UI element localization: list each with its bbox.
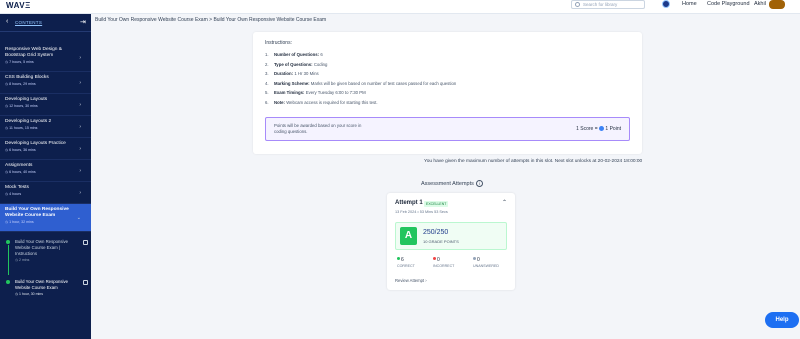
sidebar-item-label: Responsive Web Design & Bootstrap Grid S… (5, 47, 62, 58)
status-badge: EXCELLENT (424, 201, 449, 207)
points-rule: 1 Score = 1 Point (576, 126, 621, 132)
points-info-box: Points will be awarded based on your sco… (265, 117, 630, 141)
sidebar-item-course-exam[interactable]: Build Your Own Responsive Website Course… (0, 204, 91, 232)
collapse-icon[interactable]: ⇥ (80, 18, 86, 26)
search-input[interactable]: Search for library (571, 0, 645, 9)
document-icon (83, 240, 88, 245)
chevron-right-icon: › (79, 123, 81, 130)
help-button[interactable]: Help (765, 312, 799, 328)
sidebar-item-meta: ◷ 8 hours, 29 mins (5, 82, 36, 86)
sub-item-label: Build Your Own Responsive Website Course… (15, 279, 69, 290)
sidebar-item-meta: ◷ 7 hours, 5 mins (5, 60, 34, 64)
nav-code-playground[interactable]: Code Playground (707, 1, 750, 7)
instruction-row: 6. Note: Webcam access is required for st… (265, 99, 378, 105)
search-icon (575, 2, 580, 7)
chevron-right-icon: › (79, 101, 81, 108)
assessment-attempts-title: Assessment Attempts (421, 181, 474, 187)
sidebar-item-meta: ◷ 11 hours, 15 mins (5, 126, 38, 130)
sidebar-item-mock-tests[interactable]: Mock Tests ◷ 4 hours › (0, 182, 91, 204)
grade-letter: A (400, 227, 417, 245)
attempts-note: You have given the maximum number of att… (424, 159, 643, 164)
notification-icon[interactable] (662, 0, 670, 8)
sidebar-item-label: Build Your Own Responsive Website Course… (5, 207, 69, 218)
grade-box: A 250/250 10 GRADE POINTS (395, 222, 507, 250)
score: 250/250 (423, 229, 449, 236)
sidebar-item-developing-layouts-2[interactable]: Developing Layouts 2 ◷ 11 hours, 15 mins… (0, 116, 91, 138)
instruction-row: 2. Type of Questions: Coding (265, 61, 328, 67)
sidebar-item-meta: ◷ 12 hours, 30 mins (5, 104, 38, 108)
instruction-row: 5. Exam Timings: Every Tuesday 6:00 to 7:… (265, 90, 366, 95)
top-bar: WAVΞ Search for library Home Code Playgr… (0, 0, 800, 14)
chevron-right-icon: › (79, 167, 81, 174)
stat-incorrect: 0 INCORRECT (433, 257, 455, 268)
instructions-title: Instructions: (265, 40, 292, 46)
instruction-row: 4. Marking Scheme: Marks will be given ba… (265, 80, 457, 86)
attempt-subtitle: 13 Feb 2024 • 53 Mins 53 Secs (395, 210, 448, 214)
sidebar-item-label: Developing Layouts (5, 97, 48, 102)
instruction-row: 3. Duration: 1 Hr 30 Mins (265, 71, 319, 76)
grade-points: 10 GRADE POINTS (423, 239, 459, 244)
breadcrumb[interactable]: Build Your Own Responsive Website Course… (95, 17, 326, 23)
completed-dot-icon (6, 280, 10, 284)
sidebar-item-developing-layouts-practice[interactable]: Developing Layouts Practice ◷ 6 hours, 3… (0, 138, 91, 160)
progress-line (7, 245, 9, 275)
instruction-row: 1. Number of Questions: 6 (265, 52, 323, 57)
sidebar-item-label: Assignments (5, 163, 33, 168)
sidebar: ‹ CONTENTS ⇥ Responsive Web Design & Boo… (0, 14, 91, 339)
completed-dot-icon (6, 240, 10, 244)
attempt-title: Attempt 1 (395, 200, 423, 206)
instructions-card: Instructions: 1. Number of Questions: 6 2… (253, 32, 642, 154)
chevron-right-icon: › (79, 79, 81, 86)
exam-icon (83, 280, 88, 285)
sidebar-item-meta: ◷ 4 hours (5, 192, 22, 196)
sidebar-item-assignments[interactable]: Assignments ◷ 6 hours, 40 mins › (0, 160, 91, 182)
sub-item-label: Build Your Own Responsive Website Course… (15, 239, 69, 256)
avatar[interactable] (769, 0, 785, 9)
sub-item-course-exam[interactable]: Build Your Own Responsive Website Course… (0, 276, 91, 304)
sidebar-item-label: CSS Building Blocks (5, 75, 49, 80)
sidebar-item-meta: ◷ 1 hour, 32 mins (5, 220, 34, 224)
sidebar-item-responsive-web-design[interactable]: Responsive Web Design & Bootstrap Grid S… (0, 44, 91, 72)
search-placeholder: Search for library (583, 2, 618, 7)
sidebar-item-label: Mock Tests (5, 185, 29, 190)
nav-user-name[interactable]: Akhil (754, 1, 766, 7)
sidebar-item-meta: ◷ 6 hours, 40 mins (5, 170, 36, 174)
sub-item-meta: ◷ 2 mins (15, 258, 30, 262)
chevron-right-icon: › (79, 189, 81, 196)
contents-title[interactable]: CONTENTS (15, 20, 42, 25)
sidebar-item-label: Developing Layouts 2 (5, 119, 52, 124)
sub-item-exam-instructions[interactable]: Build Your Own Responsive Website Course… (0, 236, 91, 276)
attempt-card: Attempt 1 EXCELLENT ⌃ 13 Feb 2024 • 53 M… (387, 193, 515, 290)
stat-correct: 6 CORRECT (397, 257, 415, 268)
review-attempt-link[interactable]: Review Attempt › (395, 278, 427, 283)
stat-unanswered: 0 UNANSWERED (473, 257, 499, 268)
chevron-up-icon[interactable]: ⌃ (502, 199, 507, 206)
sidebar-item-meta: ◷ 6 hours, 36 mins (5, 148, 36, 152)
sidebar-item-label: Developing Layouts Practice (5, 141, 66, 146)
nav-home[interactable]: Home (682, 1, 697, 7)
instructions-list: 1. Number of Questions: 6 2. Type of Quest… (265, 52, 456, 109)
incorrect-dot-icon (433, 257, 436, 260)
sidebar-item-developing-layouts[interactable]: Developing Layouts ◷ 12 hours, 30 mins › (0, 94, 91, 116)
points-text: Points will be awarded based on your sco… (274, 123, 362, 134)
back-icon[interactable]: ‹ (6, 18, 8, 25)
sidebar-item-css-building-blocks[interactable]: CSS Building Blocks ◷ 8 hours, 29 mins › (0, 72, 91, 94)
chevron-right-icon: › (79, 145, 81, 152)
info-icon[interactable]: i (476, 180, 483, 187)
chevron-down-icon: ⌄ (76, 214, 81, 221)
correct-dot-icon (397, 257, 400, 260)
logo[interactable]: WAVΞ (6, 1, 31, 10)
unanswered-dot-icon (473, 257, 476, 260)
sidebar-header: ‹ CONTENTS ⇥ (0, 14, 91, 32)
chevron-right-icon: › (79, 54, 81, 61)
sub-item-meta: ◷ 1 hour, 30 mins (15, 292, 43, 296)
